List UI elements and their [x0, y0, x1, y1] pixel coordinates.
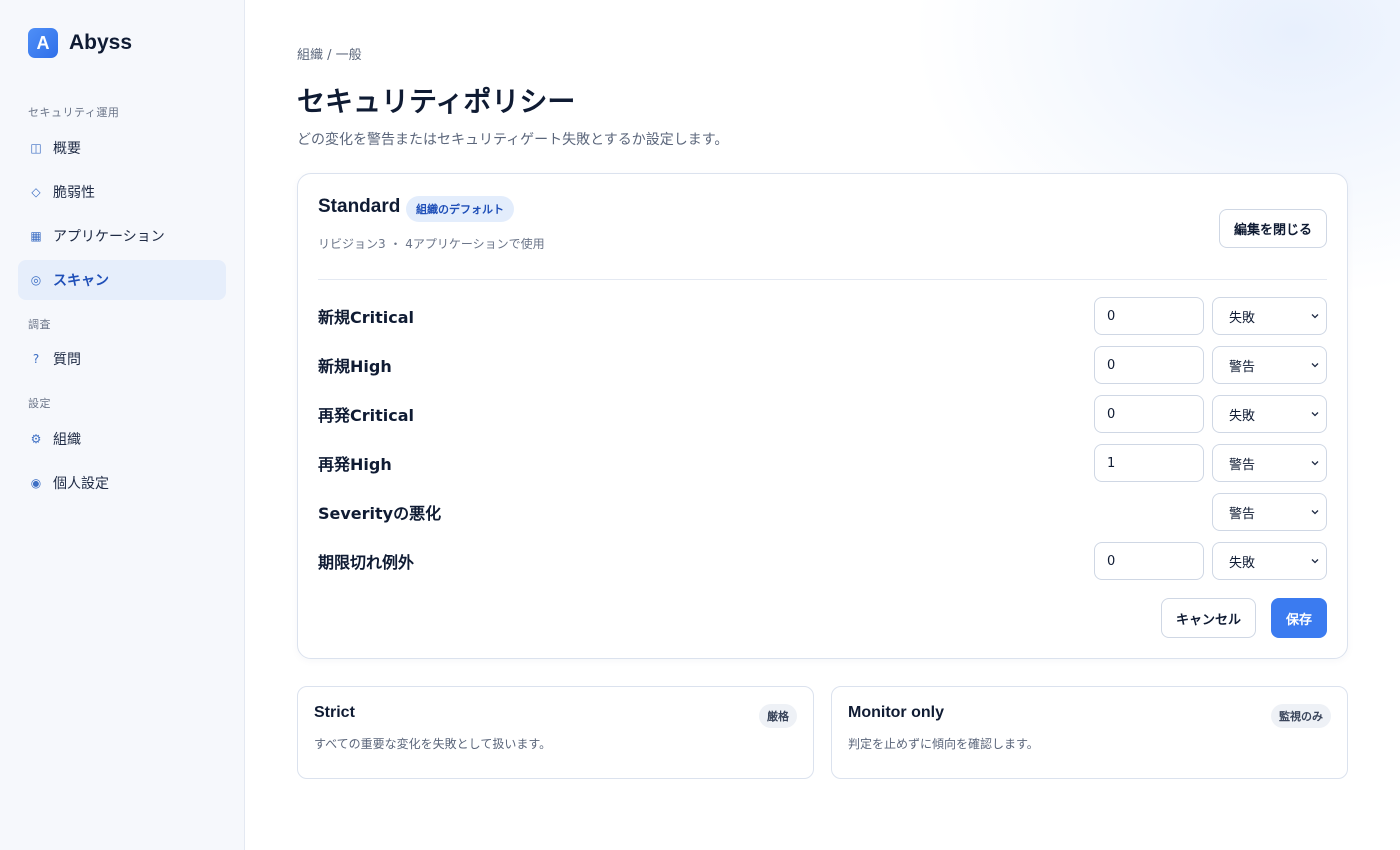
chevron-down-icon [1311, 412, 1319, 417]
preset-badge: 監視のみ [1271, 704, 1331, 728]
action-select-value: 警告 [1229, 506, 1256, 522]
rule-label: 期限切れ例外 [318, 553, 415, 572]
page-description: どの変化を警告またはセキュリティゲート失敗とするか設定します。 [297, 132, 729, 148]
question-icon: ? [32, 352, 40, 366]
preset-badge: 厳格 [759, 704, 797, 728]
rule-row-recurring-critical: 再発Critical 0 失敗 [318, 395, 1327, 433]
policy-editor-card: Standard 組織のデフォルト リビジョン3 ・ 4アプリケーションで使用 … [297, 173, 1348, 659]
brand[interactable]: A Abyss [28, 28, 132, 58]
rule-label: 再発Critical [318, 406, 415, 425]
threshold-input[interactable]: 1 [1094, 444, 1204, 482]
action-select[interactable]: 警告 [1212, 493, 1327, 531]
rule-label: 新規Critical [318, 308, 415, 327]
sidebar-item-label: 概要 [53, 141, 81, 157]
page-title: セキュリティポリシー [297, 85, 576, 118]
sidebar-item-personal-settings[interactable]: ◉ 個人設定 [18, 463, 226, 503]
sidebar-item-vulnerabilities[interactable]: ◇ 脆弱性 [18, 172, 226, 212]
threshold-input[interactable]: 0 [1094, 346, 1204, 384]
sidebar: A Abyss セキュリティ運用 ◫ 概要 ◇ 脆弱性 ▦ アプリケーション ◎… [0, 0, 245, 850]
diamond-icon: ◇ [31, 185, 41, 199]
sidebar-item-label: 個人設定 [53, 476, 109, 492]
nav-section-investigation: 調査 [28, 318, 51, 331]
chevron-down-icon [1311, 510, 1319, 515]
rule-row-severity-worsened: Severityの悪化 警告 [318, 493, 1327, 531]
rule-label: Severityの悪化 [318, 504, 442, 523]
chevron-down-icon [1311, 314, 1319, 319]
chevron-down-icon [1311, 363, 1319, 368]
sidebar-item-label: 脆弱性 [53, 185, 95, 201]
action-select-value: 失敗 [1229, 555, 1256, 571]
rule-row-new-critical: 新規Critical 0 失敗 [318, 297, 1327, 335]
policy-meta: リビジョン3 ・ 4アプリケーションで使用 [318, 237, 545, 251]
action-select-value: 警告 [1229, 359, 1256, 375]
sidebar-item-label: 質問 [53, 352, 81, 368]
grid-icon: ▦ [30, 229, 42, 243]
breadcrumb[interactable]: 組織 / 一般 [297, 44, 362, 63]
action-select-value: 失敗 [1229, 408, 1256, 424]
brand-name: Abyss [69, 31, 133, 54]
preset-description: すべての重要な変化を失敗として扱います。 [314, 737, 552, 751]
action-select-value: 警告 [1229, 457, 1256, 473]
nav-section-security-ops: セキュリティ運用 [28, 106, 120, 119]
save-button[interactable]: 保存 [1271, 598, 1327, 638]
brand-logo-icon: A [28, 28, 58, 58]
cancel-button[interactable]: キャンセル [1161, 598, 1256, 638]
close-edit-button[interactable]: 編集を閉じる [1219, 209, 1327, 248]
preset-title: Monitor only [848, 704, 944, 721]
main-content: 組織 / 一般 セキュリティポリシー どの変化を警告またはセキュリティゲート失敗… [245, 0, 1400, 850]
rule-row-recurring-high: 再発High 1 警告 [318, 444, 1327, 482]
sidebar-item-overview[interactable]: ◫ 概要 [18, 128, 226, 168]
chevron-down-icon [1311, 559, 1319, 564]
overview-icon: ◫ [30, 141, 42, 155]
action-select[interactable]: 警告 [1212, 346, 1327, 384]
sidebar-item-label: アプリケーション [53, 229, 165, 245]
threshold-input[interactable]: 0 [1094, 395, 1204, 433]
rule-label: 再発High [318, 455, 392, 474]
sidebar-item-scans[interactable]: ◎ スキャン [18, 260, 226, 300]
rule-row-new-high: 新規High 0 警告 [318, 346, 1327, 384]
action-select-value: 失敗 [1229, 310, 1256, 326]
scan-icon: ◎ [30, 273, 42, 287]
sidebar-item-label: 組織 [53, 432, 81, 448]
threshold-input[interactable]: 0 [1094, 542, 1204, 580]
action-select[interactable]: 失敗 [1212, 542, 1327, 580]
threshold-input[interactable]: 0 [1094, 297, 1204, 335]
rule-row-expired-exceptions: 期限切れ例外 0 失敗 [318, 542, 1327, 580]
default-badge: 組織のデフォルト [406, 196, 514, 222]
nav-section-settings: 設定 [28, 397, 51, 410]
rule-label: 新規High [318, 357, 392, 376]
user-icon: ◉ [30, 476, 42, 490]
sidebar-item-questions[interactable]: ? 質問 [18, 339, 226, 379]
policy-name: Standard [318, 196, 401, 217]
preset-card-monitor-only[interactable]: Monitor only 監視のみ 判定を止めずに傾向を確認します。 [831, 686, 1348, 779]
divider [318, 279, 1327, 280]
chevron-down-icon [1311, 461, 1319, 466]
preset-title: Strict [314, 704, 355, 721]
action-select[interactable]: 失敗 [1212, 297, 1327, 335]
sidebar-item-organization[interactable]: ⚙ 組織 [18, 419, 226, 459]
action-select[interactable]: 警告 [1212, 444, 1327, 482]
gear-icon: ⚙ [30, 432, 42, 446]
action-select[interactable]: 失敗 [1212, 395, 1327, 433]
preset-description: 判定を止めずに傾向を確認します。 [848, 737, 1039, 751]
sidebar-item-label: スキャン [53, 273, 109, 289]
preset-card-strict[interactable]: Strict 厳格 すべての重要な変化を失敗として扱います。 [297, 686, 814, 779]
sidebar-item-applications[interactable]: ▦ アプリケーション [18, 216, 226, 256]
